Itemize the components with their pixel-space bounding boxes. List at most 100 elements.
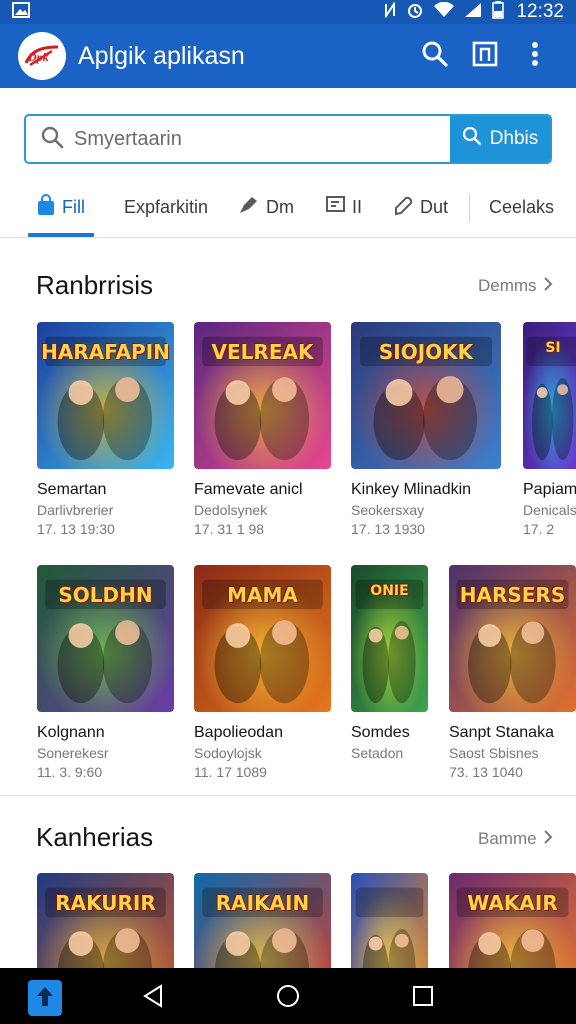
app-name: Famevate anicl — [194, 481, 303, 498]
tab-switch-icon — [472, 41, 498, 72]
tab-label: Expfarkitin — [124, 196, 209, 217]
app-name: Semartan — [37, 481, 107, 498]
tab-expfarkitin[interactable]: Expfarkitin — [124, 192, 208, 222]
more-vert-icon — [531, 41, 539, 72]
app-logo[interactable]: Dpk — [18, 32, 66, 80]
section-title: Ranbrrisis — [36, 270, 154, 300]
app-meta: 17. 13 1930 — [351, 521, 425, 537]
tab-label: Ceelaks — [489, 196, 555, 217]
search-field[interactable] — [26, 116, 450, 162]
tab-dut[interactable]: Dut — [392, 192, 448, 222]
search-icon — [421, 40, 449, 73]
chevron-right-icon — [543, 276, 553, 296]
active-tab-indicator — [28, 233, 94, 237]
app-thumbnail-title: SOLDHN — [58, 583, 153, 607]
tab-label: Fill — [62, 196, 85, 217]
nfc-icon — [384, 0, 396, 23]
app-card[interactable]: MAMA Bapolieodan Sodoylojsk 11. 17 1089 — [194, 565, 331, 780]
app-name: Sanpt Stanaka — [449, 724, 554, 741]
tab-label: Dut — [420, 196, 449, 217]
app-card[interactable]: SI Papiam Denicals 17. 2 — [523, 322, 576, 537]
see-more-label: Demms — [478, 276, 537, 295]
battery-icon — [492, 0, 505, 24]
app-thumbnail[interactable]: VELREAK — [194, 322, 331, 469]
chevron-right-icon — [543, 829, 553, 849]
app-meta: 11. 17 1089 — [194, 764, 267, 780]
see-more-link[interactable]: Demms — [478, 276, 553, 296]
search-input[interactable] — [74, 127, 394, 151]
app-thumbnail-title: MAMA — [227, 583, 298, 607]
app-thumbnail[interactable]: SIOJOKK — [351, 322, 501, 469]
app-developer: Darlivbrerier — [37, 502, 114, 518]
tab-switch-button[interactable] — [460, 31, 510, 81]
tab-dm[interactable]: Dm — [238, 192, 294, 222]
app-thumbnail-title: RAIKAIN — [215, 891, 310, 915]
app-thumbnail-title: HARAFAPIN — [41, 340, 170, 364]
search-icon — [40, 125, 64, 154]
app-card[interactable]: VELREAK Famevate anicl Dedolsynek 17. 31… — [194, 322, 331, 537]
bag-icon — [36, 193, 56, 221]
pen-icon — [238, 195, 260, 220]
search-bar: Dhbis — [24, 114, 552, 164]
app-card[interactable]: SIOJOKK Kinkey Mlinadkin Seokersxay 17. … — [351, 322, 501, 537]
app-thumbnail-title: RAKURIR — [55, 891, 156, 915]
search-button[interactable] — [410, 31, 460, 81]
app-name: Bapolieodan — [194, 724, 283, 741]
app-card[interactable]: ONIE Somdes Setadon — [351, 565, 428, 764]
app-name: Papiam — [523, 481, 576, 498]
tab-label: Dm — [266, 196, 294, 217]
search-submit-label: Dhbis — [489, 128, 539, 149]
pinned-app-button[interactable] — [28, 980, 62, 1016]
more-options-button[interactable] — [510, 31, 560, 81]
app-developer: Setadon — [351, 745, 404, 761]
svg-text:Dpk: Dpk — [27, 50, 49, 64]
app-meta: 17. 13 19:30 — [37, 521, 115, 537]
app-meta: 11. 3. 9:60 — [37, 764, 103, 780]
status-bar: 12:32 — [0, 0, 576, 24]
app-developer: Seokersxay — [351, 502, 425, 518]
see-more-link[interactable]: Bamme — [478, 829, 553, 849]
clock: 12:32 — [516, 1, 564, 22]
image-icon — [12, 1, 30, 23]
app-card[interactable]: HARSERS Sanpt Stanaka Saost Sbisnes 73. … — [449, 565, 576, 780]
app-thumbnail[interactable]: HARSERS — [449, 565, 576, 712]
app-developer: Sonerekesr — [37, 745, 109, 761]
flag-icon — [326, 195, 346, 220]
app-meta: 17. 2 — [523, 521, 555, 537]
app-thumbnail-title: SIOJOKK — [378, 340, 474, 364]
app-name: Somdes — [351, 724, 410, 741]
app-thumbnail[interactable]: HARAFAPIN — [37, 322, 174, 469]
home-icon — [276, 985, 300, 1012]
app-developer: Denicals — [523, 502, 576, 518]
section-title: Kanherias — [36, 822, 154, 852]
app-thumbnail[interactable]: SI — [523, 322, 576, 469]
app-name: Kinkey Mlinadkin — [351, 481, 472, 498]
tab-fill[interactable]: Fill — [36, 192, 85, 222]
recents-button[interactable] — [413, 986, 433, 1011]
app-thumbnail[interactable]: ONIE — [351, 565, 428, 712]
back-button[interactable] — [142, 984, 164, 1013]
search-icon — [462, 126, 482, 152]
home-button[interactable] — [276, 984, 300, 1013]
app-thumbnail-title: VELREAK — [211, 340, 314, 364]
tab-ceelaks[interactable]: Ceelaks — [489, 192, 554, 222]
app-developer: Saost Sbisnes — [449, 745, 539, 761]
back-icon — [142, 984, 164, 1012]
alarm-icon — [406, 1, 424, 24]
upload-icon — [35, 984, 55, 1013]
tab-ii[interactable]: II — [326, 192, 362, 222]
app-thumbnail[interactable]: MAMA — [194, 565, 331, 712]
app-title: Aplgik aplikasn — [78, 41, 245, 70]
category-tabs: Fill Expfarkitin Dm II Dut Ceelaks — [0, 180, 576, 238]
app-thumbnail[interactable]: SOLDHN — [37, 565, 174, 712]
signal-icon — [464, 2, 482, 23]
app-card[interactable]: SOLDHN Kolgnann Sonerekesr 11. 3. 9:60 — [37, 565, 174, 780]
app-meta: 73. 13 1040 — [449, 764, 523, 780]
wifi-icon — [434, 1, 455, 23]
tab-label: II — [352, 196, 363, 217]
search-submit-button[interactable]: Dhbis — [450, 116, 550, 162]
app-thumbnail-title: SI — [545, 340, 561, 356]
app-card[interactable]: HARAFAPIN Semartan Darlivbrerier 17. 13 … — [37, 322, 174, 537]
system-nav-bar — [0, 968, 576, 1024]
tag-icon — [392, 194, 414, 221]
